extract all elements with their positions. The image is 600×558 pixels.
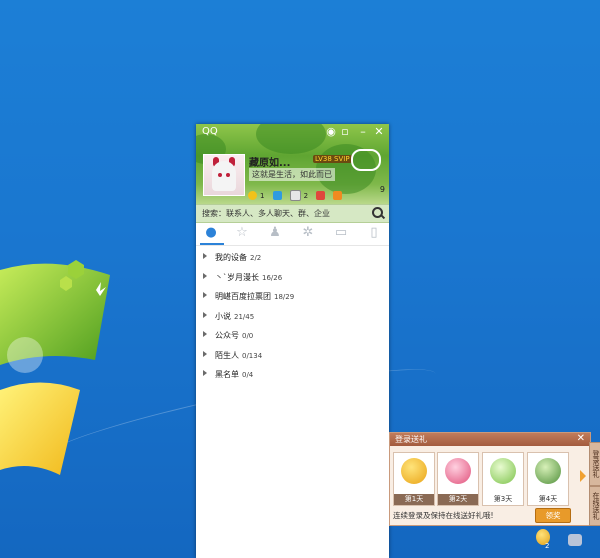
group-row[interactable]: 陌生人 0/134 [196,346,389,366]
gift-day-label: 第2天 [438,494,478,505]
skin-icon[interactable]: ◉ [325,125,337,138]
group-row[interactable]: ⁡明嵁百度拉票团 18/29 [196,287,389,307]
avatar[interactable] [203,154,245,196]
group-count: 0/4 [242,371,254,379]
search-icon[interactable] [372,207,383,218]
title-bar[interactable]: QQ ◉ ▫ – ✕ [196,124,389,140]
expand-arrow-icon[interactable] [203,253,207,259]
group-count: 18/29 [274,293,295,301]
gift-day-card[interactable]: 第3天 [482,452,524,506]
avatar-detail [218,173,222,177]
zone-icon[interactable] [272,191,282,200]
group-name: 陌生人 [215,350,239,360]
search-input[interactable]: 搜索：联系人、多人聊天、群、企业 [202,208,330,219]
expand-arrow-icon[interactable] [203,370,207,376]
expand-arrow-icon[interactable] [203,272,207,279]
weather-icon[interactable] [351,149,381,171]
login-gift-popup: 登录送礼 ✕ 第1天 第2天 第3天 第4天 连续登录及保持在线送好礼哦! 领奖 [389,432,591,526]
group-name: 黑名单 [215,370,239,379]
message-box-icon[interactable]: ▫ [339,125,351,138]
side-tab-online-gift[interactable]: 在线送礼 [589,486,600,526]
close-button[interactable]: ✕ [373,125,385,138]
contact-group-list: 我的设备 2/2 丶`岁月漫长 16/26 ⁡明嵁百度拉票团 18/29 小说 21/4… [196,248,389,385]
group-name: 我的设备 [215,253,247,262]
expand-arrow-icon[interactable] [203,331,207,337]
star-icon[interactable] [248,191,257,200]
gift-day-label: 第1天 [394,494,434,505]
next-arrow-icon[interactable] [580,470,586,482]
expand-arrow-icon[interactable] [203,311,207,318]
signature[interactable]: 这就是生活，如此而已 [249,168,335,181]
app-title: QQ [202,126,218,137]
group-row[interactable]: 黑名单 0/4 [196,365,389,385]
tab-apps-icon[interactable]: ✲ [300,225,316,241]
claim-button[interactable]: 领奖 [535,508,571,523]
group-count: 0/134 [242,351,263,360]
group-label: 丶`岁月漫长 16/26 [215,272,282,283]
status-icon-row: 1 2 [248,185,345,201]
tray-app-icon[interactable] [568,534,582,546]
tray-badge: 2 [545,542,550,550]
group-name: 公众号 [215,331,239,340]
group-row[interactable]: 公众号 0/0 [196,326,389,346]
group-row[interactable]: 我的设备 2/2 [196,248,389,268]
drink-icon [490,458,516,484]
search-bar[interactable]: 搜索：联系人、多人聊天、群、企业 [196,204,389,223]
wallet-icon[interactable] [333,191,343,200]
active-tab-indicator [200,243,224,245]
mail-icon[interactable] [289,190,301,201]
mail-count: 2 [303,191,309,200]
gift-day-label: 第4天 [538,495,558,503]
group-label: 我的设备 2/2 [215,252,261,263]
tab-phone-icon[interactable]: ▯ [366,225,382,241]
dish-icon [535,458,561,484]
apps-icon[interactable] [316,191,326,200]
group-row[interactable]: 小说 21/45 [196,307,389,327]
profile-header: QQ ◉ ▫ – ✕ 藏原如... LV38 SVIP 这就是生活，如此而已 1… [196,124,389,204]
group-count: 21/45 [234,312,255,321]
close-icon[interactable]: ✕ [577,433,585,444]
side-tab-login-gift[interactable]: 登录送礼 [589,442,600,486]
weather-count: 9 [379,185,385,194]
group-label: 公众号 0/0 [215,330,253,341]
main-tabs: ● ☆ ♟ ✲ ▭ ▯ [196,223,389,246]
windows-logo-wallpaper [0,260,110,475]
group-name: 丶`岁月漫长 [215,272,259,282]
gift-day-card[interactable]: 第2天 [437,452,479,506]
gift-header: 登录送礼 ✕ [390,433,590,446]
group-row[interactable]: 丶`岁月漫长 16/26 [196,268,389,288]
group-count: 16/26 [262,273,283,282]
expand-arrow-icon[interactable] [203,350,207,357]
group-label: 陌生人 0/134 [215,350,262,361]
group-count: 2/2 [250,254,262,262]
gift-title: 登录送礼 [395,435,427,444]
tab-favorites-icon[interactable]: ☆ [234,225,250,241]
gift-note: 连续登录及保持在线送好礼哦! [393,511,494,520]
group-name: 小说 [215,311,231,321]
dessert-icon [445,458,471,484]
minimize-button[interactable]: – [357,125,369,138]
star-count: 1 [260,191,265,200]
qq-main-window[interactable]: QQ ◉ ▫ – ✕ 藏原如... LV38 SVIP 这就是生活，如此而已 1… [196,124,389,558]
group-label: 黑名单 0/4 [215,369,253,380]
group-label: ⁡明嵁百度拉票团 18/29 [215,291,294,302]
gift-day-label: 第3天 [493,495,513,503]
avatar-detail [226,173,230,177]
tab-groups-icon[interactable]: ♟ [267,225,283,241]
gift-day-card[interactable]: 第1天 [393,452,435,506]
gift-day-card[interactable]: 第4天 [527,452,569,506]
group-count: 0/0 [242,332,254,340]
avatar-detail [212,161,236,191]
expand-arrow-icon[interactable] [203,292,207,298]
group-label: 小说 21/45 [215,311,254,322]
tab-contacts-icon[interactable]: ● [203,225,219,241]
tab-messages-icon[interactable]: ▭ [333,225,349,241]
nickname[interactable]: 藏原如... [249,154,290,169]
gold-ingot-icon [401,458,427,484]
level-badge[interactable]: LV38 SVIP [313,155,352,163]
group-name: ⁡明嵁百度拉票团 [215,292,271,301]
